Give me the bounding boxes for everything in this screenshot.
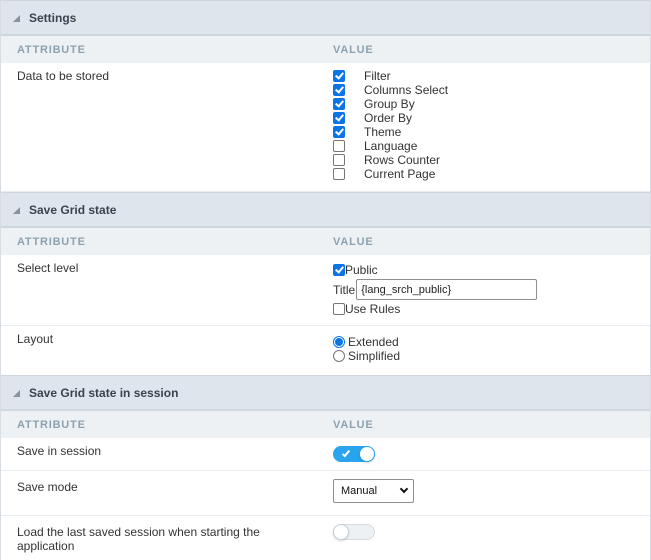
data-stored-checkbox-list: Filter Columns Select Group By Order By … <box>317 63 448 191</box>
column-header: ATTRIBUTE VALUE <box>1 411 650 438</box>
checkbox[interactable] <box>333 98 345 110</box>
radio-simplified[interactable]: Simplified <box>333 349 400 363</box>
radio-button[interactable] <box>333 350 345 362</box>
save-in-session-value <box>317 438 375 470</box>
title-field-row: Title <box>333 279 538 300</box>
checkbox-label: Filter <box>364 69 391 83</box>
section-title: Settings <box>29 10 77 25</box>
checkbox-theme[interactable]: Theme <box>333 125 448 139</box>
value-column-label: VALUE <box>333 235 374 248</box>
checkbox-filter[interactable]: Filter <box>333 69 448 83</box>
attribute-column-label: ATTRIBUTE <box>17 418 86 431</box>
checkbox-current-page[interactable]: Current Page <box>333 167 448 181</box>
value-column-label: VALUE <box>333 43 374 56</box>
row-data-to-be-stored: Data to be stored Filter Columns Select … <box>1 63 650 192</box>
row-load-last-session: Load the last saved session when startin… <box>1 516 650 560</box>
section-title: Save Grid state <box>29 202 117 217</box>
toggle-knob <box>333 524 349 540</box>
save-mode-value: Manual <box>317 471 414 515</box>
section-header-save-grid-state[interactable]: Save Grid state <box>1 192 650 228</box>
checkbox[interactable] <box>333 168 345 180</box>
checkbox[interactable] <box>333 126 345 138</box>
row-label: Layout <box>17 332 54 346</box>
collapse-triangle-icon[interactable] <box>13 14 20 22</box>
checkbox-label: Order By <box>364 111 413 125</box>
checkbox-public[interactable]: Public <box>333 263 537 277</box>
radio-label: Extended <box>348 335 399 349</box>
collapse-triangle-icon[interactable] <box>13 389 20 397</box>
radio-button[interactable] <box>333 336 345 348</box>
row-label: Select level <box>17 261 79 275</box>
title-label: Title <box>333 282 356 297</box>
save-mode-select[interactable]: Manual <box>333 479 414 503</box>
collapse-triangle-icon[interactable] <box>13 206 20 214</box>
row-label: Save in session <box>17 444 102 458</box>
row-save-mode: Save mode Manual <box>1 471 650 516</box>
checkbox-label: Use Rules <box>345 302 401 316</box>
settings-panel: Settings ATTRIBUTE VALUE Data to be stor… <box>0 0 651 560</box>
checkbox-columns-select[interactable]: Columns Select <box>333 83 448 97</box>
section-header-save-grid-state-in-session[interactable]: Save Grid state in session <box>1 375 650 411</box>
checkbox-use-rules[interactable]: Use Rules <box>333 302 537 316</box>
checkbox[interactable] <box>333 140 345 152</box>
radio-extended[interactable]: Extended <box>333 335 400 349</box>
checkbox[interactable] <box>333 154 345 166</box>
column-header: ATTRIBUTE VALUE <box>1 228 650 255</box>
save-in-session-toggle[interactable] <box>333 446 375 462</box>
check-icon <box>341 448 351 458</box>
checkbox[interactable] <box>333 84 345 96</box>
row-save-in-session: Save in session <box>1 438 650 471</box>
select-value: Manual <box>341 485 378 497</box>
checkbox-rows-counter[interactable]: Rows Counter <box>333 153 448 167</box>
row-select-level: Select level Public Title Use Rules <box>1 255 650 326</box>
checkbox[interactable] <box>333 112 345 124</box>
title-input[interactable] <box>356 279 538 300</box>
column-header: ATTRIBUTE VALUE <box>1 36 650 63</box>
checkbox-order-by[interactable]: Order By <box>333 111 448 125</box>
checkbox-label: Columns Select <box>364 83 449 97</box>
checkbox-label: Theme <box>364 125 402 139</box>
row-layout: Layout Extended Simplified <box>1 326 650 375</box>
toggle-knob <box>359 446 375 462</box>
checkbox-label: Current Page <box>364 167 436 181</box>
layout-radio-group: Extended Simplified <box>317 326 400 375</box>
checkbox[interactable] <box>333 264 345 276</box>
section-title: Save Grid state in session <box>29 385 179 400</box>
checkbox-label: Rows Counter <box>364 153 441 167</box>
checkbox[interactable] <box>333 303 345 315</box>
row-label: Load the last saved session when startin… <box>17 525 260 553</box>
row-label: Save mode <box>17 480 78 494</box>
chevron-down-icon <box>399 484 409 494</box>
checkbox[interactable] <box>333 70 345 82</box>
checkbox-language[interactable]: Language <box>333 139 448 153</box>
checkbox-label: Language <box>364 139 418 153</box>
radio-label: Simplified <box>348 349 401 363</box>
load-last-session-toggle[interactable] <box>333 524 375 540</box>
value-column-label: VALUE <box>333 418 374 431</box>
attribute-column-label: ATTRIBUTE <box>17 235 86 248</box>
checkbox-label: Group By <box>364 97 415 111</box>
checkbox-label: Public <box>345 263 378 277</box>
load-last-session-value <box>317 516 375 560</box>
section-header-settings[interactable]: Settings <box>1 0 650 36</box>
select-level-controls: Public Title Use Rules <box>317 255 538 325</box>
checkbox-group-by[interactable]: Group By <box>333 97 448 111</box>
attribute-column-label: ATTRIBUTE <box>17 43 86 56</box>
row-label: Data to be stored <box>17 69 110 83</box>
